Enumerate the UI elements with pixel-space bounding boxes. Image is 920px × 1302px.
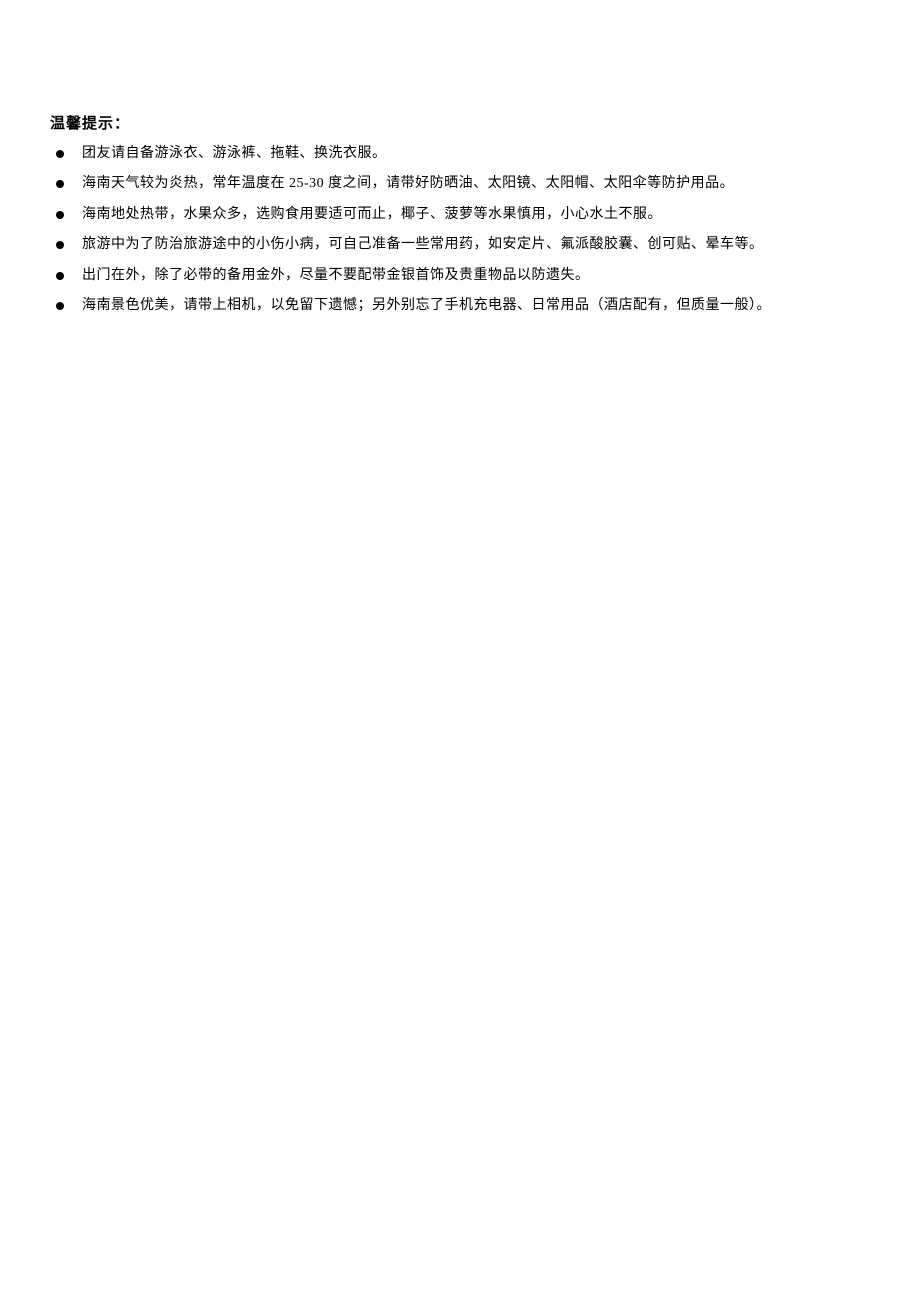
list-item: 海南景色优美，请带上相机，以免留下遗憾；另外别忘了手机充电器、日常用品（酒店配有… xyxy=(50,295,870,317)
list-item-text: 海南天气较为炎热，常年温度在 25-30 度之间，请带好防晒油、太阳镜、太阳帽、… xyxy=(82,173,870,195)
list-item-text: 团友请自备游泳衣、游泳裤、拖鞋、换洗衣服。 xyxy=(82,143,870,165)
list-item: 海南天气较为炎热，常年温度在 25-30 度之间，请带好防晒油、太阳镜、太阳帽、… xyxy=(50,173,870,195)
list-item-text: 旅游中为了防治旅游途中的小伤小病，可自己准备一些常用药，如安定片、氟派酸胶囊、创… xyxy=(82,234,870,256)
bullet-icon xyxy=(56,241,64,249)
list-item-text: 海南景色优美，请带上相机，以免留下遗憾；另外别忘了手机充电器、日常用品（酒店配有… xyxy=(82,295,870,317)
bullet-icon xyxy=(56,302,64,310)
tips-list: 团友请自备游泳衣、游泳裤、拖鞋、换洗衣服。 海南天气较为炎热，常年温度在 25-… xyxy=(50,143,870,317)
list-item: 旅游中为了防治旅游途中的小伤小病，可自己准备一些常用药，如安定片、氟派酸胶囊、创… xyxy=(50,234,870,256)
bullet-icon xyxy=(56,180,64,188)
section-title: 温馨提示： xyxy=(50,112,870,133)
bullet-icon xyxy=(56,272,64,280)
list-item-text: 出门在外，除了必带的备用金外，尽量不要配带金银首饰及贵重物品以防遗失。 xyxy=(82,265,870,287)
list-item-text: 海南地处热带，水果众多，选购食用要适可而止，椰子、菠萝等水果慎用，小心水土不服。 xyxy=(82,204,870,226)
bullet-icon xyxy=(56,150,64,158)
bullet-icon xyxy=(56,211,64,219)
list-item: 出门在外，除了必带的备用金外，尽量不要配带金银首饰及贵重物品以防遗失。 xyxy=(50,265,870,287)
list-item: 团友请自备游泳衣、游泳裤、拖鞋、换洗衣服。 xyxy=(50,143,870,165)
list-item: 海南地处热带，水果众多，选购食用要适可而止，椰子、菠萝等水果慎用，小心水土不服。 xyxy=(50,204,870,226)
